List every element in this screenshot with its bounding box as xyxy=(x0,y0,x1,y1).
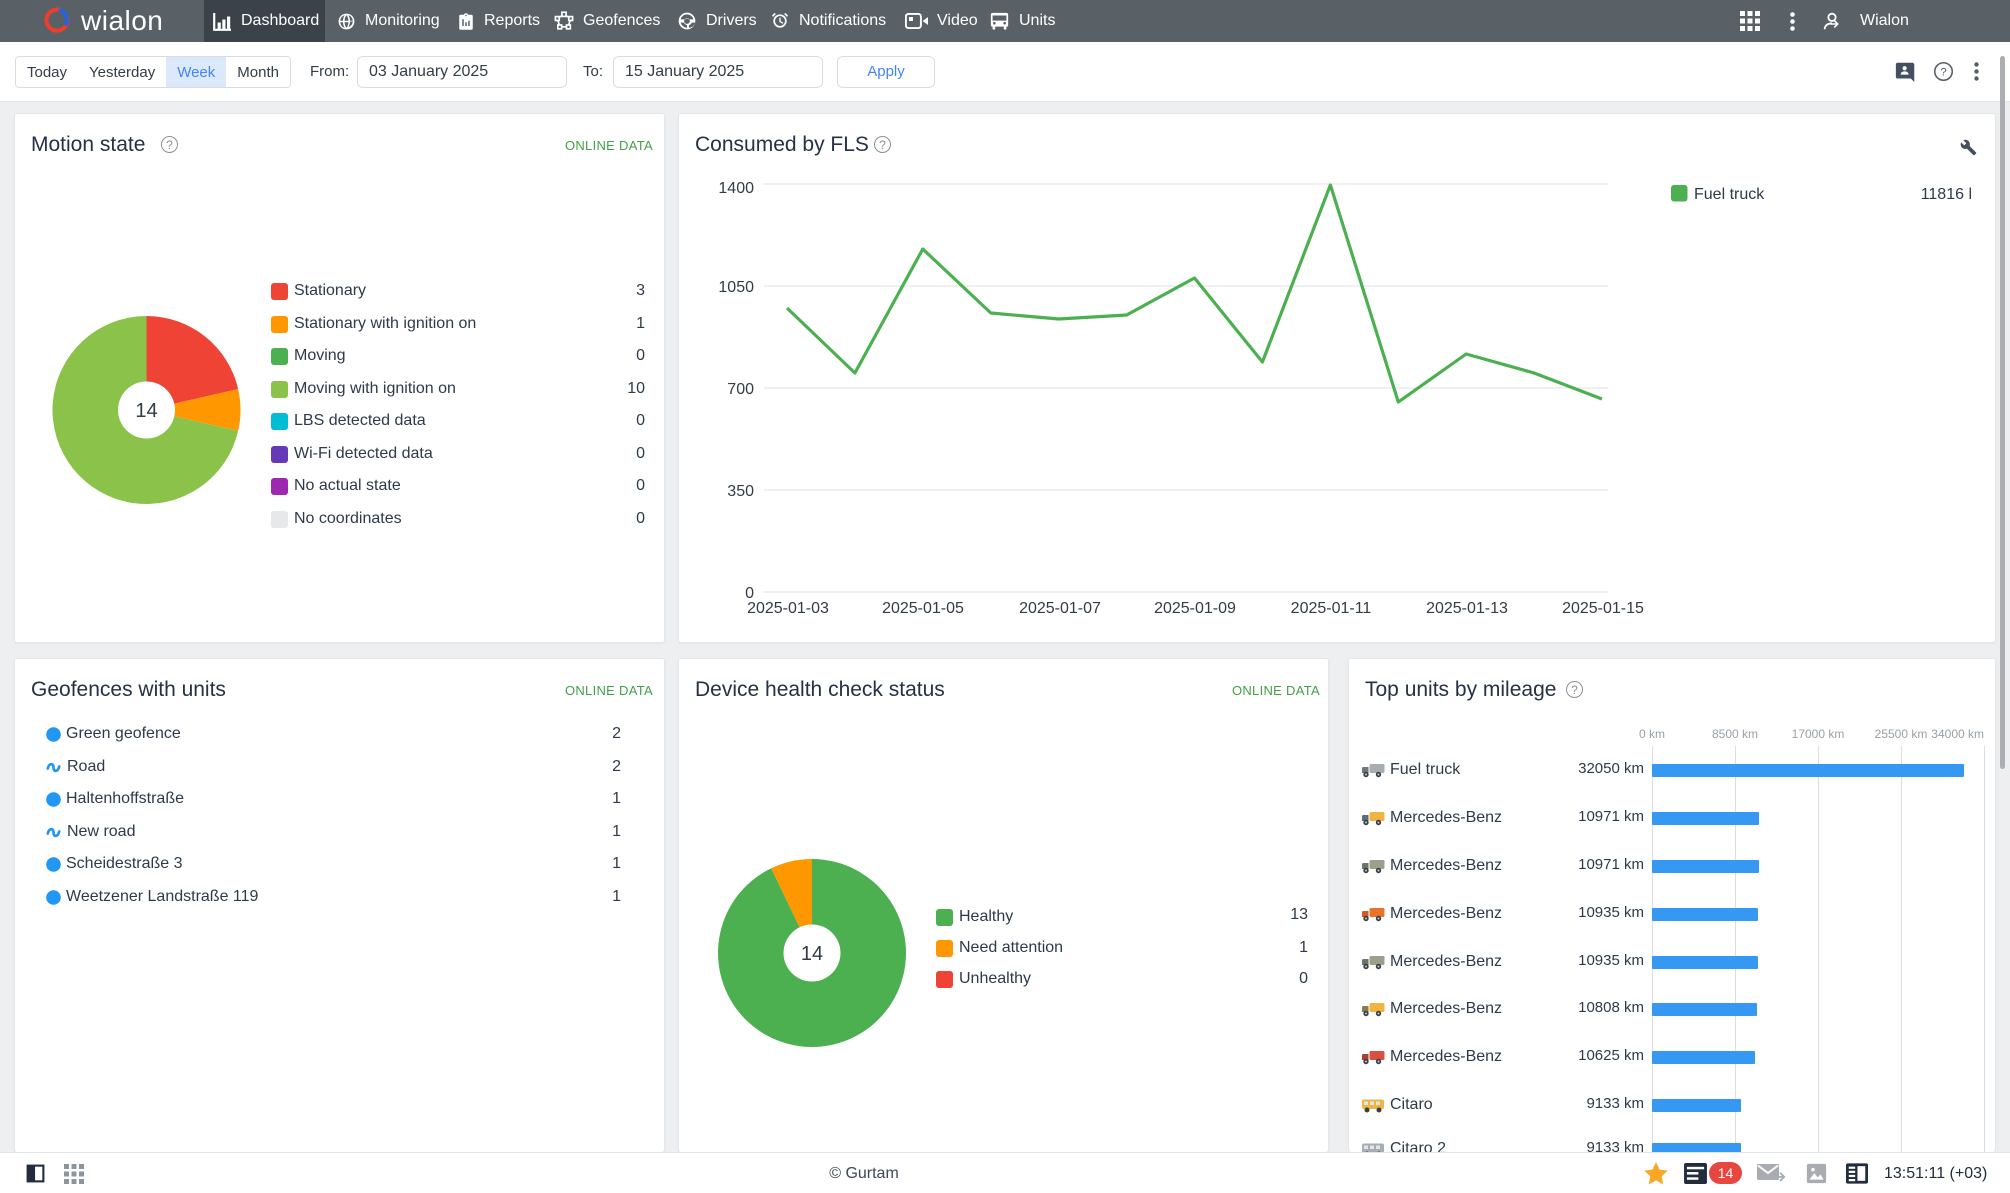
svg-text:1400: 1400 xyxy=(718,180,754,197)
svg-text:25500 km: 25500 km xyxy=(1875,727,1928,741)
svg-text:2025-01-09: 2025-01-09 xyxy=(1154,600,1236,617)
svg-text:0 km: 0 km xyxy=(1639,727,1665,741)
svg-text:8500 km: 8500 km xyxy=(1712,727,1758,741)
svg-text:1050: 1050 xyxy=(718,279,754,296)
svg-text:?: ? xyxy=(1940,67,1946,79)
svg-text:700: 700 xyxy=(727,381,754,398)
svg-text:2025-01-11: 2025-01-11 xyxy=(1291,600,1372,617)
svg-text:2025-01-07: 2025-01-07 xyxy=(1019,600,1101,617)
svg-text:2025-01-13: 2025-01-13 xyxy=(1426,600,1508,617)
svg-text:11816 l: 11816 l xyxy=(1921,186,1972,203)
svg-text:34000 km: 34000 km xyxy=(1931,727,1984,741)
svg-text:2025-01-15: 2025-01-15 xyxy=(1562,600,1644,617)
svg-text:14: 14 xyxy=(801,943,823,965)
svg-text:350: 350 xyxy=(727,483,754,500)
svg-text:2025-01-03: 2025-01-03 xyxy=(747,600,829,617)
svg-text:Fuel truck: Fuel truck xyxy=(1694,186,1765,203)
svg-text:17000 km: 17000 km xyxy=(1792,727,1845,741)
svg-text:14: 14 xyxy=(135,400,157,422)
svg-text:2025-01-05: 2025-01-05 xyxy=(882,600,964,617)
